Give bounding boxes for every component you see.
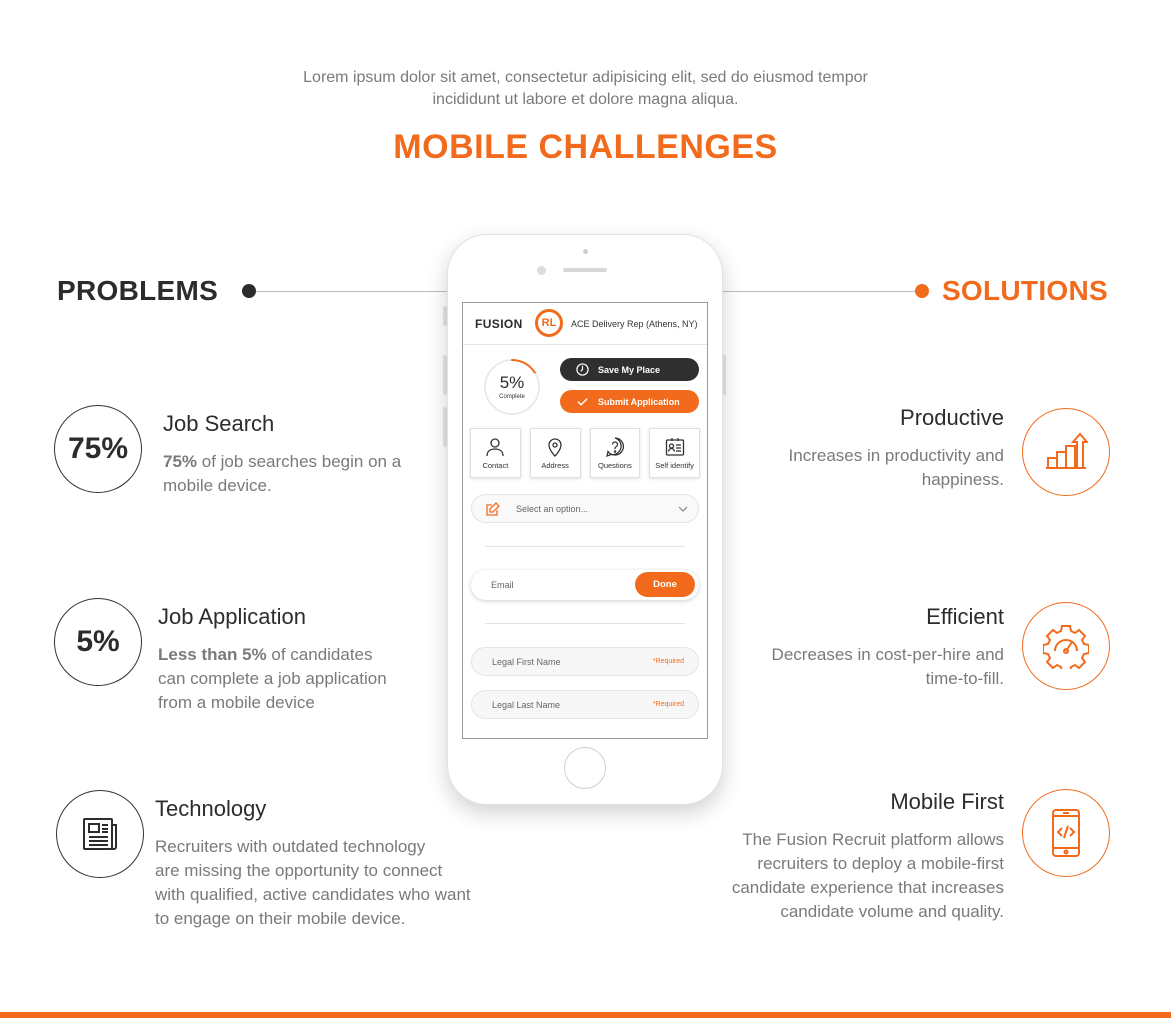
problems-heading: PROBLEMS (57, 275, 219, 306)
phone-sensor (537, 266, 546, 275)
section-divider-2 (485, 623, 685, 624)
tab-address[interactable]: Address (529, 428, 581, 478)
solutions-connector-dot (915, 284, 929, 298)
phone-home-button (564, 747, 606, 789)
productive-title: Productive (900, 405, 1004, 430)
job-application-stat: 5% (76, 625, 120, 658)
job-application-text-line-3: from a mobile device (158, 693, 315, 712)
solutions-connector-line (723, 291, 915, 292)
edit-icon (486, 502, 500, 516)
app-header: FUSION RL ACE Delivery Rep (Athens, NY) (463, 303, 707, 345)
mobile-first-text-line-2: recruiters to deploy a mobile-first (757, 854, 1004, 873)
phone-camera (583, 249, 588, 254)
job-application-text-line-1: of candidates (266, 645, 373, 664)
page-title: MOBILE CHALLENGES (393, 128, 778, 166)
progress-complete-label: Complete (499, 394, 525, 400)
tab-contact-label: Contact (482, 461, 509, 470)
technology-text-line-4: to engage on their mobile device. (155, 909, 406, 928)
mobile-first-icon-circle (1022, 789, 1110, 877)
job-title: ACE Delivery Rep (Athens, NY) (571, 319, 698, 329)
efficient-icon-circle (1022, 602, 1110, 690)
intro-line-1: Lorem ipsum dolor sit amet, consectetur … (303, 69, 868, 86)
efficient-text-line-2: time-to-fill. (925, 669, 1004, 688)
option-select[interactable]: Select an option... (471, 494, 699, 523)
technology-text-line-1: Recruiters with outdated technology (155, 837, 426, 856)
problems-connector-dot (242, 284, 256, 298)
submit-application-button[interactable]: Submit Application (560, 390, 699, 413)
mobile-first-text-line-4: candidate volume and quality. (780, 902, 1004, 921)
productive-text-line-2: happiness. (921, 470, 1004, 489)
mobile-first-text: The Fusion Recruit platform allows recru… (664, 828, 1004, 924)
gauge-gear-icon (1043, 625, 1089, 669)
tab-contact[interactable]: Contact (470, 428, 521, 478)
technology-text-line-3: with qualified, active candidates who wa… (155, 885, 471, 904)
productive-icon-circle (1022, 408, 1110, 496)
newspaper-icon (83, 818, 117, 850)
efficient-text-line-1: Decreases in cost-per-hire and (771, 645, 1004, 664)
mobile-code-icon (1052, 809, 1080, 857)
tab-self-identify-label: Self identify (655, 461, 695, 470)
checkmark-icon (576, 395, 589, 408)
phone-speaker (563, 268, 607, 272)
job-search-stat: 75% (67, 432, 129, 465)
form-section-tabs: Contact Address Questions Self identify (470, 428, 700, 478)
productive-text-line-1: Increases in productivity and (788, 446, 1004, 465)
growth-chart-icon (1046, 432, 1088, 469)
person-icon (486, 438, 505, 457)
job-search-text-bold: 75% (163, 452, 198, 471)
efficient-text: Decreases in cost-per-hire and time-to-f… (704, 643, 1004, 691)
solutions-heading: SOLUTIONS (941, 275, 1108, 306)
question-icon (605, 437, 624, 457)
job-search-text-line-1: of job searches begin on a (197, 452, 402, 471)
required-label: *Required (652, 658, 684, 665)
legal-last-name-placeholder: Legal Last Name (492, 700, 561, 710)
phone-screen: FUSION RL ACE Delivery Rep (Athens, NY) … (462, 302, 708, 739)
intro-text: Lorem ipsum dolor sit amet, consectetur … (0, 67, 1171, 111)
technology-text: Recruiters with outdated technology are … (155, 835, 515, 931)
technology-icon-circle (56, 790, 144, 878)
option-select-placeholder: Select an option... (516, 504, 589, 514)
map-pin-icon (548, 438, 562, 457)
job-search-text: 75% of job searches begin on a mobile de… (163, 450, 433, 498)
intro-line-2: incididunt ut labore et dolore magna ali… (432, 91, 739, 108)
mobile-first-text-line-1: The Fusion Recruit platform allows (742, 830, 1004, 849)
job-search-stat-circle: 75% (54, 405, 142, 493)
technology-title: Technology (155, 796, 267, 821)
tab-self-identify[interactable]: Self identify (649, 428, 700, 478)
legal-first-name-field[interactable]: Legal First Name *Required (471, 647, 699, 676)
save-my-place-label: Save My Place (598, 364, 661, 375)
submit-application-label: Submit Application (598, 396, 680, 407)
email-field[interactable]: Email Done (471, 570, 699, 600)
productive-text: Increases in productivity and happiness. (704, 444, 1004, 492)
bottom-accent-bar (0, 1012, 1171, 1018)
fusion-logo-mark: RL (535, 309, 563, 337)
job-application-text: Less than 5% of candidates can complete … (158, 643, 428, 715)
done-button[interactable]: Done (635, 572, 695, 597)
mobile-first-title: Mobile First (890, 789, 1004, 814)
legal-last-name-field[interactable]: Legal Last Name *Required (471, 690, 699, 719)
save-my-place-button[interactable]: Save My Place (560, 358, 699, 381)
efficient-title: Efficient (926, 604, 1004, 629)
id-card-icon (665, 438, 684, 456)
job-search-text-line-2: mobile device. (163, 476, 272, 495)
clock-icon (576, 363, 589, 376)
legal-first-name-placeholder: Legal First Name (492, 657, 561, 667)
technology-text-line-2: are missing the opportunity to connect (155, 861, 443, 880)
fusion-logo-text: FUSION (475, 317, 523, 331)
email-placeholder: Email (491, 580, 514, 590)
required-label: *Required (652, 701, 684, 708)
job-application-text-bold: Less than 5% (158, 645, 267, 664)
mobile-first-text-line-3: candidate experience that increases (731, 878, 1004, 897)
tab-questions-label: Questions (597, 461, 632, 470)
job-application-title: Job Application (158, 604, 306, 629)
tab-questions[interactable]: Questions (589, 428, 641, 478)
job-application-text-line-2: can complete a job application (158, 669, 387, 688)
job-application-stat-circle: 5% (54, 598, 142, 686)
chevron-down-icon (678, 506, 688, 512)
progress-percent: 5% (499, 373, 525, 392)
section-divider-1 (485, 546, 685, 547)
problems-connector-line (256, 291, 448, 292)
job-search-title: Job Search (163, 411, 275, 436)
tab-address-label: Address (541, 461, 569, 470)
